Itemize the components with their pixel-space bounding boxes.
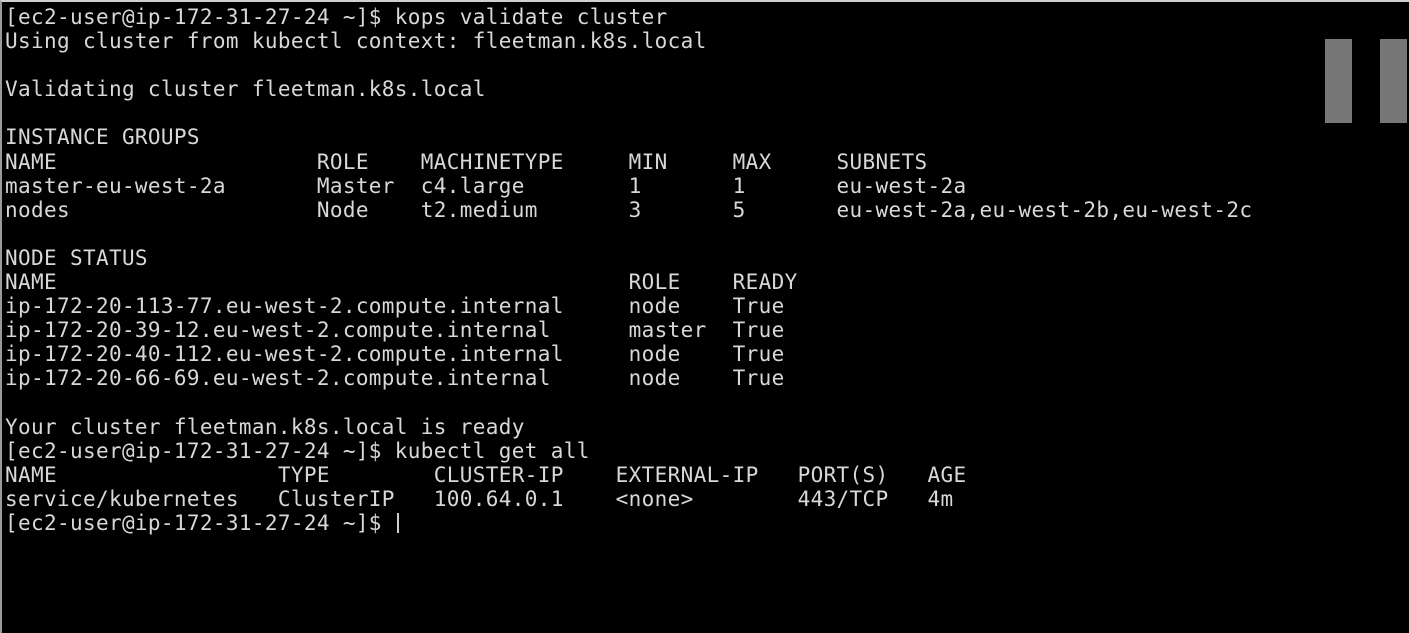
terminal-window[interactable]: [ec2-user@ip-172-31-27-24 ~]$ kops valid… [0, 0, 1409, 633]
terminal-line: Using cluster from kubectl context: flee… [5, 29, 707, 54]
text-cursor [396, 512, 399, 533]
terminal-line: NAME TYPE CLUSTER-IP EXTERNAL-IP PORT(S)… [5, 462, 967, 487]
terminal-line: ip-172-20-113-77.eu-west-2.compute.inter… [5, 294, 785, 319]
terminal-line: NAME ROLE READY [5, 270, 798, 295]
terminal-line: NODE STATUS [5, 245, 148, 270]
pause-bar-left [1325, 39, 1352, 123]
terminal-line: INSTANCE GROUPS [5, 125, 200, 150]
terminal-line: [ec2-user@ip-172-31-27-24 ~]$ kubectl ge… [5, 438, 590, 463]
pause-icon[interactable] [1325, 39, 1409, 123]
terminal-prompt-line[interactable]: [ec2-user@ip-172-31-27-24 ~]$ [5, 511, 1252, 535]
terminal-line: master-eu-west-2a Master c4.large 1 1 eu… [5, 173, 967, 198]
terminal-line: Your cluster fleetman.k8s.local is ready [5, 414, 525, 439]
terminal-line: nodes Node t2.medium 3 5 eu-west-2a,eu-w… [5, 197, 1253, 222]
terminal-line: NAME ROLE MACHINETYPE MIN MAX SUBNETS [5, 149, 928, 174]
terminal-line: Validating cluster fleetman.k8s.local [5, 77, 486, 102]
terminal-line: ip-172-20-66-69.eu-west-2.compute.intern… [5, 366, 785, 391]
terminal-output: [ec2-user@ip-172-31-27-24 ~]$ kops valid… [5, 5, 1252, 535]
pause-bar-right [1380, 39, 1407, 123]
terminal-line: service/kubernetes ClusterIP 100.64.0.1 … [5, 486, 954, 511]
terminal-line: ip-172-20-39-12.eu-west-2.compute.intern… [5, 318, 785, 343]
terminal-line: ip-172-20-40-112.eu-west-2.compute.inter… [5, 342, 785, 367]
terminal-line: [ec2-user@ip-172-31-27-24 ~]$ kops valid… [5, 5, 668, 29]
terminal-prompt: [ec2-user@ip-172-31-27-24 ~]$ [5, 510, 395, 535]
